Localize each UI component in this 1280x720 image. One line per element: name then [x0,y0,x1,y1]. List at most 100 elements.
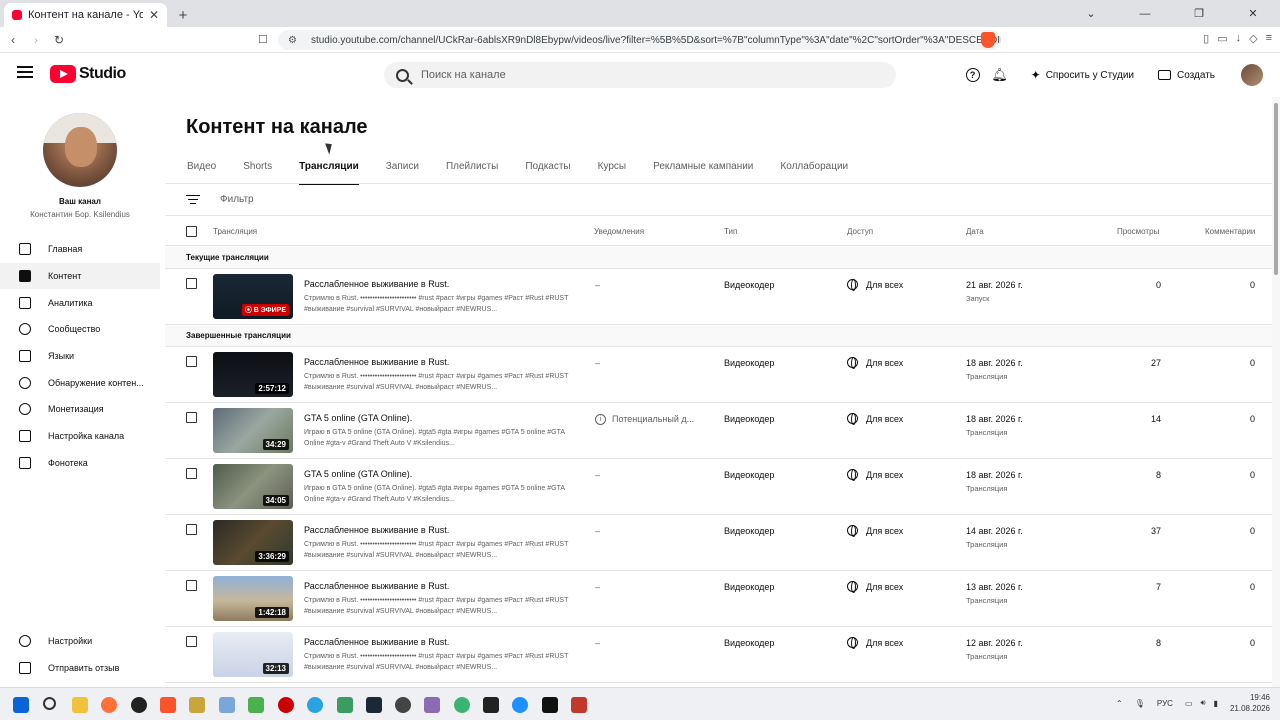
app-icon-h[interactable] [542,697,558,713]
forward-icon[interactable]: › [26,30,46,50]
table-row[interactable]: 34:29 GTA 5 online (GTA Online). Играю в G… [165,403,1272,459]
row-access[interactable]: Для всех [847,279,903,291]
ask-studio-button[interactable]: ✦ Спросить у Студии [1021,62,1144,88]
sidebar-icon[interactable]: ▯ [1203,32,1209,45]
address-bar[interactable]: ⚙ studio.youtube.com/channel/UCkRar-6abl… [278,30,1001,50]
sidebar-item-analytics[interactable]: Аналитика [0,289,160,316]
file-explorer-icon[interactable] [72,697,88,713]
wallet-icon[interactable]: ▭ [1217,32,1227,45]
app-icon-t[interactable] [512,697,528,713]
header-notifications[interactable]: Уведомления [594,227,644,236]
table-row[interactable]: ⦿ В ЭФИРЕ Расслабленное выживание в Rust… [165,269,1272,325]
header-stream[interactable]: Трансляция [213,227,257,236]
tray-lang[interactable]: РУС [1157,699,1173,708]
video-thumbnail[interactable]: 34:05 [213,464,293,509]
row-access[interactable]: Для всех [847,413,903,425]
row-access[interactable]: Для всех [847,357,903,369]
sidebar-item-settings[interactable]: Настройки [0,628,160,655]
app-icon-dark[interactable] [395,697,411,713]
row-checkbox[interactable] [186,636,197,647]
tray-mic-icon[interactable]: 🎙︎ [1135,699,1145,708]
row-checkbox[interactable] [186,412,197,423]
header-comments[interactable]: Комментарии [1205,227,1255,236]
firefox-icon[interactable] [101,697,117,713]
table-row[interactable]: 1:42:18 Расслабленное выживание в Rust. Ст… [165,571,1272,627]
tab-playlists[interactable]: Плейлисты [446,155,498,185]
app-icon-r[interactable] [189,697,205,713]
sidebar-item-feedback[interactable]: Отправить отзыв [0,655,160,682]
account-avatar[interactable] [1241,64,1263,86]
bookmark-icon[interactable]: ☐ [258,33,268,46]
browser-tab[interactable]: Контент на канале - YouTube S ✕ [4,3,167,27]
row-checkbox[interactable] [186,468,197,479]
vpn-icon[interactable]: ◇ [1249,32,1257,45]
sidebar-item-community[interactable]: Сообщество [0,316,160,343]
row-notifications[interactable]: i Потенциальный д... [595,414,694,426]
row-title[interactable]: GTA 5 online (GTA Online). [304,413,412,423]
table-row[interactable]: 2:57:12 Расслабленное выживание в Rust. Ст… [165,347,1272,403]
create-button[interactable]: Создать [1148,63,1225,87]
new-tab-button[interactable]: + [171,3,195,27]
row-title[interactable]: Расслабленное выживание в Rust. [304,581,449,591]
reload-icon[interactable]: ↻ [49,30,69,50]
channel-search-input[interactable]: Поиск на канале [384,62,896,88]
row-access[interactable]: Для всех [847,581,903,593]
row-title[interactable]: Расслабленное выживание в Rust. [304,279,449,289]
obs-icon[interactable] [131,697,147,713]
menu-icon[interactable]: ≡ [1266,32,1272,45]
filter-bar[interactable]: Фильтр [165,184,1272,216]
video-thumbnail[interactable]: ⦿ В ЭФИРЕ [213,274,293,319]
tab-podcasts[interactable]: Подкасты [525,155,570,185]
download-icon[interactable]: ↓ [1236,32,1242,45]
tray-clock[interactable]: 19:46 21.08.2026 [1230,692,1270,714]
record-icon[interactable] [278,697,294,713]
row-title[interactable]: Расслабленное выживание в Rust. [304,525,449,535]
row-checkbox[interactable] [186,524,197,535]
site-info-icon[interactable]: ⚙ [288,35,297,46]
header-type[interactable]: Тип [724,227,737,236]
sidebar-item-content[interactable]: Контент [0,262,160,290]
header-views[interactable]: Просмотры [1117,227,1159,236]
page-scrollbar[interactable] [1272,97,1280,687]
hamburger-menu-icon[interactable] [17,66,33,80]
row-title[interactable]: Расслабленное выживание в Rust. [304,637,449,647]
row-title[interactable]: GTA 5 online (GTA Online). [304,469,412,479]
video-thumbnail[interactable]: 3:36:29 [213,520,293,565]
row-checkbox[interactable] [186,278,197,289]
row-checkbox[interactable] [186,356,197,367]
tab-ad-campaigns[interactable]: Рекламные кампании [653,155,753,185]
windows-start-icon[interactable] [13,697,29,713]
tray-chevron-icon[interactable]: ⌃ [1116,699,1123,708]
app-icon-x[interactable] [483,697,499,713]
filter-input[interactable]: Фильтр [220,194,254,205]
utorrent-icon[interactable] [454,697,470,713]
tab-search-icon[interactable]: ⌄ [1064,0,1118,27]
tab-videos[interactable]: Видео [187,155,216,185]
video-thumbnail[interactable]: 32:13 [213,632,293,677]
filter-icon[interactable] [186,194,200,205]
brave-shield-icon[interactable] [981,32,995,48]
minimize-button[interactable]: — [1118,0,1172,27]
video-thumbnail[interactable]: 2:57:12 [213,352,293,397]
app-icon-purple[interactable] [424,697,440,713]
sidebar-item-languages[interactable]: Языки [0,343,160,370]
row-access[interactable]: Для всех [847,469,903,481]
tab-live[interactable]: Трансляции [299,155,359,185]
telegram-icon[interactable] [307,697,323,713]
tab-shorts[interactable]: Shorts [243,155,272,185]
channel-avatar[interactable] [43,113,117,187]
tab-posts[interactable]: Записи [386,155,419,185]
sidebar-item-content-detection[interactable]: Обнаружение контен... [0,369,160,396]
select-all-checkbox[interactable] [186,226,197,237]
sidebar-item-monetization[interactable]: Монетизация [0,396,160,423]
back-icon[interactable]: ‹ [3,30,23,50]
network-icon[interactable]: ▭ [1185,699,1193,708]
row-access[interactable]: Для всех [847,525,903,537]
tab-collaborations[interactable]: Коллаборации [780,155,848,185]
steam-icon[interactable] [366,697,382,713]
sidebar-item-audio-library[interactable]: Фонотека [0,450,160,477]
notepad-icon[interactable] [248,697,264,713]
table-row[interactable]: 3:36:29 Расслабленное выживание в Rust. Ст… [165,515,1272,571]
notifications-bell-icon[interactable]: 🔔︎ [988,63,1012,87]
header-date[interactable]: Дата [966,227,984,236]
